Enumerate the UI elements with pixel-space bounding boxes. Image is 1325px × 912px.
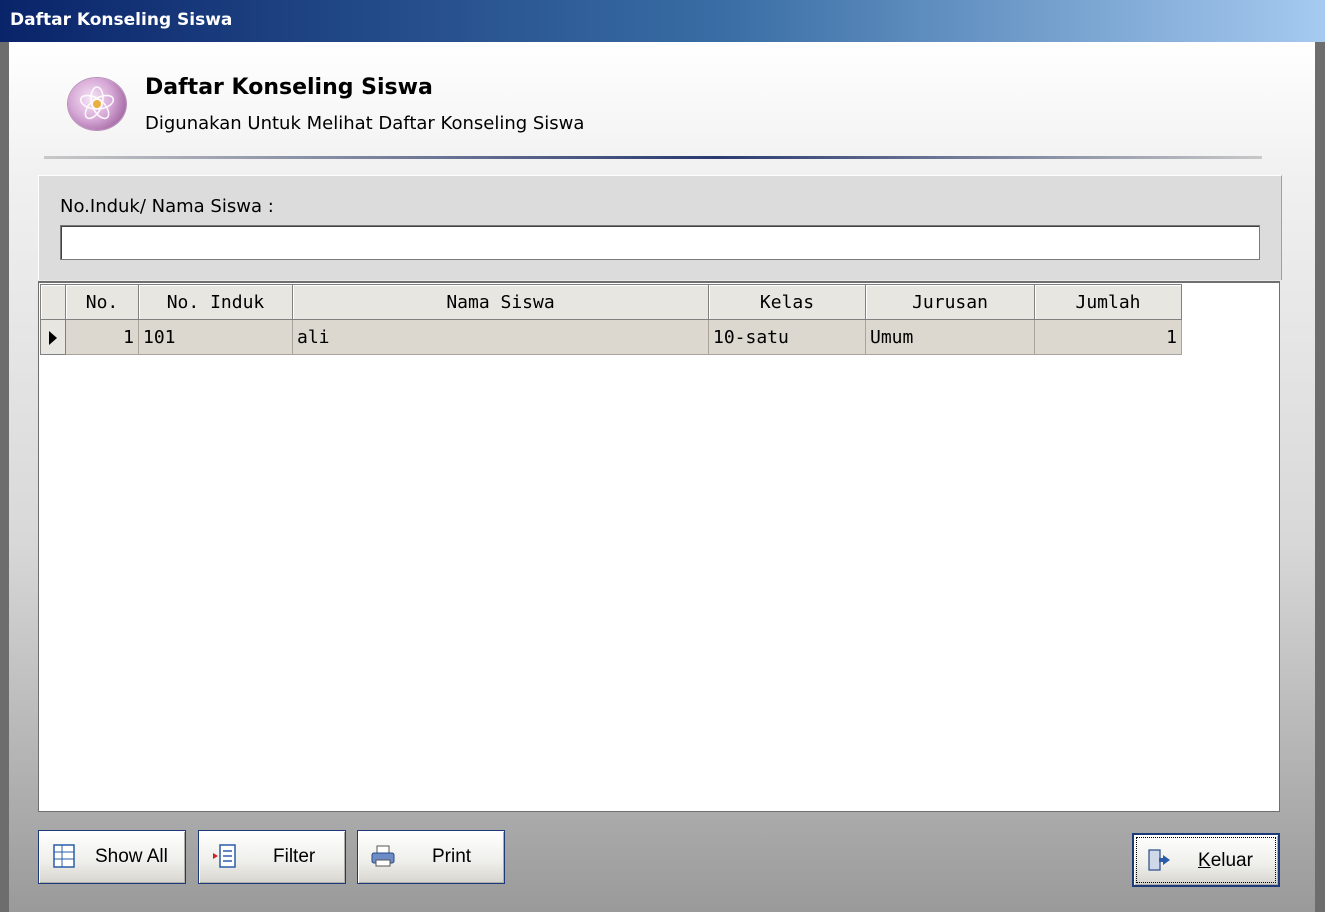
show-all-button[interactable]: Show All bbox=[38, 830, 186, 884]
print-button[interactable]: Print bbox=[357, 830, 505, 884]
grid-list-icon bbox=[51, 843, 77, 869]
flower-orb-icon bbox=[68, 78, 126, 130]
table-header-row: No. No. Induk Nama Siswa Kelas Jurusan J… bbox=[40, 284, 1182, 320]
table-row[interactable]: 1 101 ali 10-satu Umum 1 bbox=[40, 319, 1182, 355]
print-label: Print bbox=[432, 846, 472, 867]
column-header-jumlah[interactable]: Jumlah bbox=[1034, 284, 1182, 320]
data-grid[interactable] bbox=[38, 281, 1280, 812]
filter-list-icon bbox=[211, 843, 237, 869]
page-title: Daftar Konseling Siswa bbox=[145, 75, 433, 100]
cell-no[interactable]: 1 bbox=[65, 319, 139, 355]
printer-icon bbox=[370, 843, 396, 869]
cell-jurusan[interactable]: Umum bbox=[865, 319, 1035, 355]
window-right-edge bbox=[1315, 42, 1325, 912]
window: Daftar Konseling Siswa Daftar Konseling … bbox=[0, 0, 1325, 912]
keluar-button[interactable]: Keluar bbox=[1132, 833, 1280, 887]
data-table: No. No. Induk Nama Siswa Kelas Jurusan J… bbox=[40, 284, 1182, 355]
window-title: Daftar Konseling Siswa bbox=[10, 10, 233, 30]
filter-label-text: Filter bbox=[273, 846, 316, 867]
cell-nama-siswa[interactable]: ali bbox=[292, 319, 709, 355]
filter-button[interactable]: Filter bbox=[198, 830, 346, 884]
column-header-jurusan[interactable]: Jurusan bbox=[865, 284, 1035, 320]
cell-kelas[interactable]: 10-satu bbox=[708, 319, 866, 355]
column-header-no-induk[interactable]: No. Induk bbox=[138, 284, 293, 320]
show-all-label: Show All bbox=[95, 846, 168, 867]
exit-door-icon bbox=[1146, 847, 1172, 873]
current-row-arrow-icon[interactable] bbox=[40, 319, 66, 355]
column-header-kelas[interactable]: Kelas bbox=[708, 284, 866, 320]
cell-jumlah[interactable]: 1 bbox=[1034, 319, 1182, 355]
keluar-label: Keluar bbox=[1198, 850, 1253, 871]
search-input[interactable] bbox=[60, 225, 1260, 260]
search-label: No.Induk/ Nama Siswa : bbox=[60, 196, 274, 217]
title-bar[interactable]: Daftar Konseling Siswa bbox=[0, 0, 1325, 42]
column-header-no[interactable]: No. bbox=[65, 284, 139, 320]
page-subtitle: Digunakan Untuk Melihat Daftar Konseling… bbox=[145, 113, 585, 134]
cell-no-induk[interactable]: 101 bbox=[138, 319, 293, 355]
row-indicator-header bbox=[40, 284, 66, 320]
window-left-edge bbox=[0, 42, 9, 912]
header-separator bbox=[44, 156, 1262, 159]
column-header-nama-siswa[interactable]: Nama Siswa bbox=[292, 284, 709, 320]
